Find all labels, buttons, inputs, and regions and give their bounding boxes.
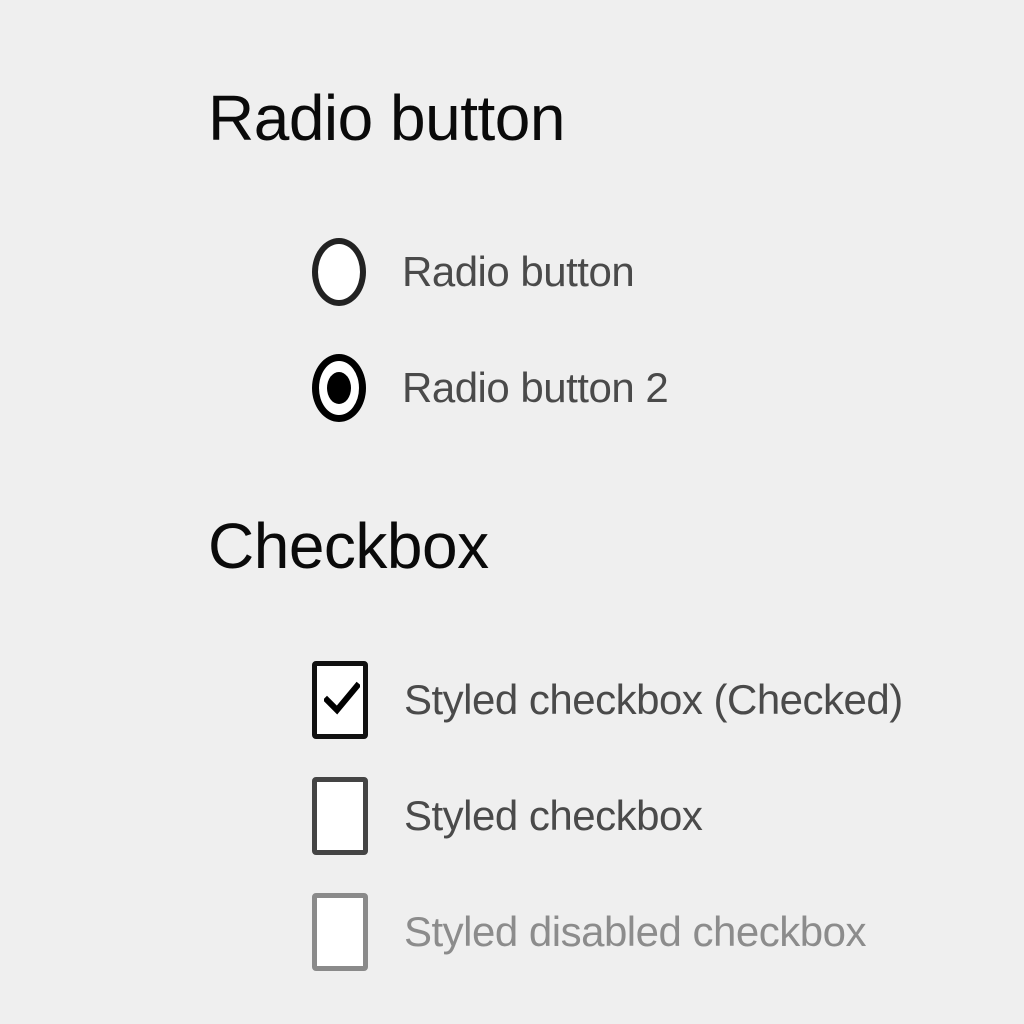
checkbox-section-heading: Checkbox <box>208 510 489 582</box>
radio-section-heading: Radio button <box>208 82 565 154</box>
checkbox-option-unchecked-label: Styled checkbox <box>404 792 703 839</box>
radio-option-1-label: Radio button <box>402 248 635 295</box>
radio-dot-icon <box>327 372 351 404</box>
radio-checked-icon[interactable] <box>312 354 366 422</box>
checkbox-disabled <box>312 893 368 971</box>
radio-option-2[interactable]: Radio button 2 <box>312 347 669 429</box>
checkbox-option-disabled-label: Styled disabled checkbox <box>404 908 866 955</box>
checkbox-option-disabled: Styled disabled checkbox <box>312 891 866 973</box>
radio-unchecked-icon[interactable] <box>312 238 366 306</box>
checkbox-option-checked-label: Styled checkbox (Checked) <box>404 676 903 723</box>
checkbox-option-checked[interactable]: Styled checkbox (Checked) <box>312 659 903 741</box>
form-controls-page: Radio button Radio button Radio button 2… <box>0 0 1024 1024</box>
checkbox-unchecked[interactable] <box>312 777 368 855</box>
checkmark-icon <box>324 681 360 715</box>
radio-option-1[interactable]: Radio button <box>312 231 635 313</box>
checkbox-checked[interactable] <box>312 661 368 739</box>
radio-option-2-label: Radio button 2 <box>402 364 669 411</box>
checkbox-option-unchecked[interactable]: Styled checkbox <box>312 775 703 857</box>
